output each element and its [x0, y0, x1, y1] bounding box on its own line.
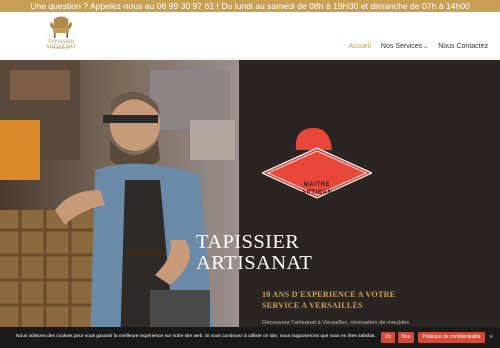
craftsman-photo — [0, 60, 239, 348]
nav-item-nos-services-label: Nos Services — [380, 43, 423, 50]
cookie-no-button[interactable]: Non — [398, 332, 414, 343]
site-header: TAPISSIER ARTISANAT VERSAILLES Accueil N… — [0, 12, 500, 59]
cookie-banner: Nous utilisons des cookies pour vous gar… — [0, 327, 500, 348]
nav-item-accueil[interactable]: Accueil — [348, 43, 371, 50]
announcement-bar: Une question ? Appelez-nous au 06 99 30 … — [0, 0, 500, 12]
hero-description: Découvrez l'artisanat à Versailles, réno… — [262, 320, 410, 326]
hero-title-line2: ARTISANAT — [196, 252, 313, 274]
hero-title-line1: TAPISSIER — [196, 231, 300, 253]
cookie-text: Nous utilisons des cookies pour vous gar… — [16, 334, 376, 339]
hero-subtitle: 10 ANS D'EXPERIENCE A VOTRE SERVICE A VE… — [262, 289, 462, 311]
privacy-policy-button[interactable]: Politique de confidentialité — [418, 332, 485, 343]
hero-title: TAPISSIER ARTISANAT — [196, 232, 396, 274]
emblem-line2: ARTISAN — [301, 190, 333, 196]
logo-tagline: VERSAILLES — [51, 46, 71, 50]
hero-subtitle-line2: SERVICE A VERSAILLES — [262, 301, 363, 310]
hero-subtitle-line1: 10 ANS D'EXPERIENCE A VOTRE — [262, 290, 396, 299]
nav-item-nos-services[interactable]: Nos Services⌄ — [381, 43, 428, 50]
main-nav: Accueil Nos Services⌄ Nous Contactez — [348, 43, 488, 50]
nav-item-nous-contactez[interactable]: Nous Contactez — [438, 43, 488, 50]
announcement-text: Une question ? Appelez-nous au 06 99 30 … — [30, 1, 470, 11]
close-icon[interactable]: × — [489, 333, 493, 342]
chevron-down-icon: ⌄ — [423, 44, 429, 50]
cookie-ok-button[interactable]: Ok — [381, 332, 395, 343]
emblem-line1: MAITRE — [303, 182, 331, 188]
